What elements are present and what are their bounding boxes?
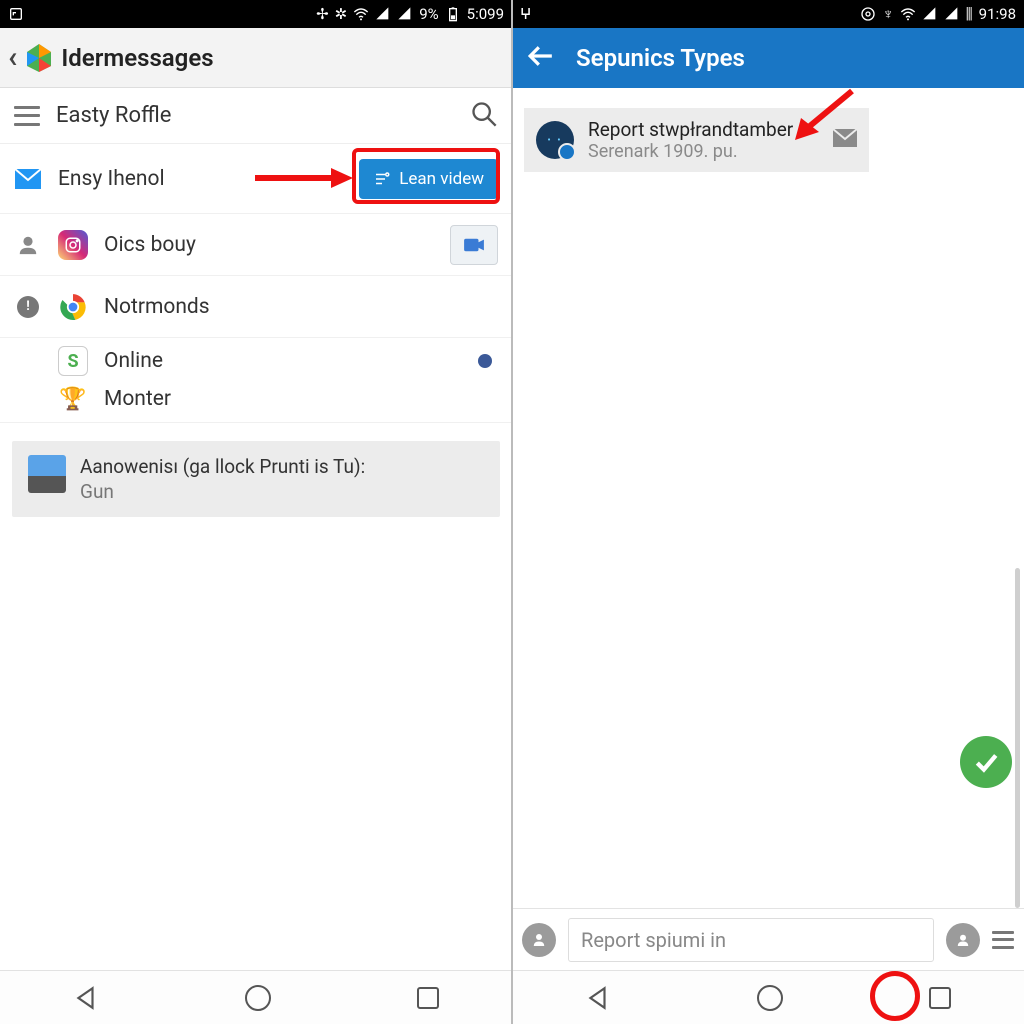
row-label[interactable]: Monter — [104, 387, 498, 411]
message-card[interactable]: • • Report stwpłrandtamber Serenark 1909… — [524, 108, 869, 172]
target-icon — [860, 6, 876, 22]
search-row: Easty Roffle — [0, 88, 512, 144]
contact-icon[interactable] — [946, 923, 980, 957]
fab-confirm[interactable] — [960, 736, 1012, 788]
signal-full-icon — [922, 6, 938, 22]
nav-recent-icon[interactable] — [417, 987, 439, 1009]
screenshot-icon — [8, 6, 24, 22]
clock-left: 5:099 — [467, 5, 504, 23]
lean-view-label: Lean videw — [399, 169, 484, 189]
right-body: • • Report stwpłrandtamber Serenark 1909… — [512, 88, 1024, 908]
app-logo-icon — [23, 42, 55, 74]
row-notrmonds[interactable]: ! Notrmonds — [0, 276, 512, 338]
nav-home-icon[interactable] — [757, 985, 783, 1011]
nav-home-icon[interactable] — [245, 985, 271, 1011]
card-line2: Gun — [80, 480, 365, 503]
annotation-red-circle — [870, 971, 920, 1021]
page-title-right: Sepunics Types — [576, 44, 745, 72]
status-bar-left: ✢ ✲ 9% 5:099 — [0, 0, 512, 28]
card-subtitle: Serenark 1909. pu. — [588, 141, 819, 162]
card-line1: Aanowenisı (ga llock Prunti is Tu): — [80, 455, 365, 478]
vibrate-icon: ⫼ — [966, 5, 973, 23]
trophy-icon: 🏆 — [58, 384, 88, 414]
card-title: Report stwpłrandtamber — [588, 118, 819, 141]
message-input[interactable]: Report spiumi in — [568, 918, 934, 962]
row-ensy[interactable]: Ensy Ihenol Lean videw — [0, 144, 512, 214]
camera-button[interactable] — [450, 225, 498, 265]
signal2-icon — [397, 6, 413, 22]
row-label: Notrmonds — [104, 295, 498, 319]
left-phone: ✢ ✲ 9% 5:099 ‹ Idermessages Easty Roffle — [0, 0, 512, 1024]
person-icon — [14, 234, 42, 256]
mail-icon — [14, 169, 42, 189]
input-bar: Report spiumi in — [512, 908, 1024, 970]
row-label[interactable]: Online — [104, 349, 462, 373]
nav-back-icon[interactable] — [73, 985, 99, 1011]
hamburger-icon[interactable] — [14, 106, 40, 126]
row-online-monter: S Online 🏆 Monter — [0, 338, 512, 423]
scrollbar[interactable] — [1015, 568, 1020, 908]
key-icon: ♆ — [882, 5, 893, 23]
attach-icon[interactable] — [522, 923, 556, 957]
card-thumb-icon — [28, 455, 66, 493]
bulb-icon: ! — [14, 296, 42, 318]
instagram-icon — [58, 230, 88, 260]
wifi-icon — [900, 6, 916, 22]
wifi-icon — [353, 6, 369, 22]
envelope-icon — [833, 129, 857, 151]
profile-name: Easty Roffle — [56, 103, 454, 128]
signal-icon — [944, 6, 960, 22]
clock-right: 91:98 — [979, 5, 1016, 23]
page-title-left: Idermessages — [61, 44, 213, 72]
row-oics[interactable]: Oics bouy — [0, 214, 512, 276]
chrome-icon — [58, 292, 88, 322]
title-bar-left: ‹ Idermessages — [0, 28, 512, 88]
cast-icon: ⵖ — [520, 5, 531, 23]
battery-pct: 9% — [419, 5, 438, 23]
signal-icon — [375, 6, 391, 22]
nav-back-icon[interactable] — [585, 985, 611, 1011]
nav-recent-icon[interactable] — [929, 987, 951, 1009]
info-dot-icon[interactable] — [478, 354, 492, 368]
nav-bar-left — [0, 970, 512, 1024]
settings-small-icon: ✲ — [335, 5, 348, 23]
status-bar-right: ⵖ ♆ ⫼ 91:98 — [512, 0, 1024, 28]
battery-icon — [445, 6, 461, 22]
info-card[interactable]: Aanowenisı (ga llock Prunti is Tu): Gun — [12, 441, 500, 517]
avatar-icon: • • — [536, 121, 574, 159]
app-bar-right: Sepunics Types — [512, 28, 1024, 88]
right-phone: ⵖ ♆ ⫼ 91:98 Sepunics Types • • Report st… — [512, 0, 1024, 1024]
input-placeholder: Report spiumi in — [581, 928, 726, 952]
search-icon[interactable] — [470, 100, 498, 132]
menu-icon[interactable] — [992, 931, 1014, 949]
nav-bar-right — [512, 970, 1024, 1024]
row-label: Oics bouy — [104, 233, 434, 257]
lean-view-button[interactable]: Lean videw — [359, 159, 498, 199]
bluetooth-icon: ✢ — [316, 5, 329, 23]
row-label: Ensy Ihenol — [58, 167, 343, 191]
back-chevron-icon[interactable]: ‹ — [8, 40, 17, 75]
back-arrow-icon[interactable] — [528, 43, 554, 73]
s-icon: S — [58, 346, 88, 376]
